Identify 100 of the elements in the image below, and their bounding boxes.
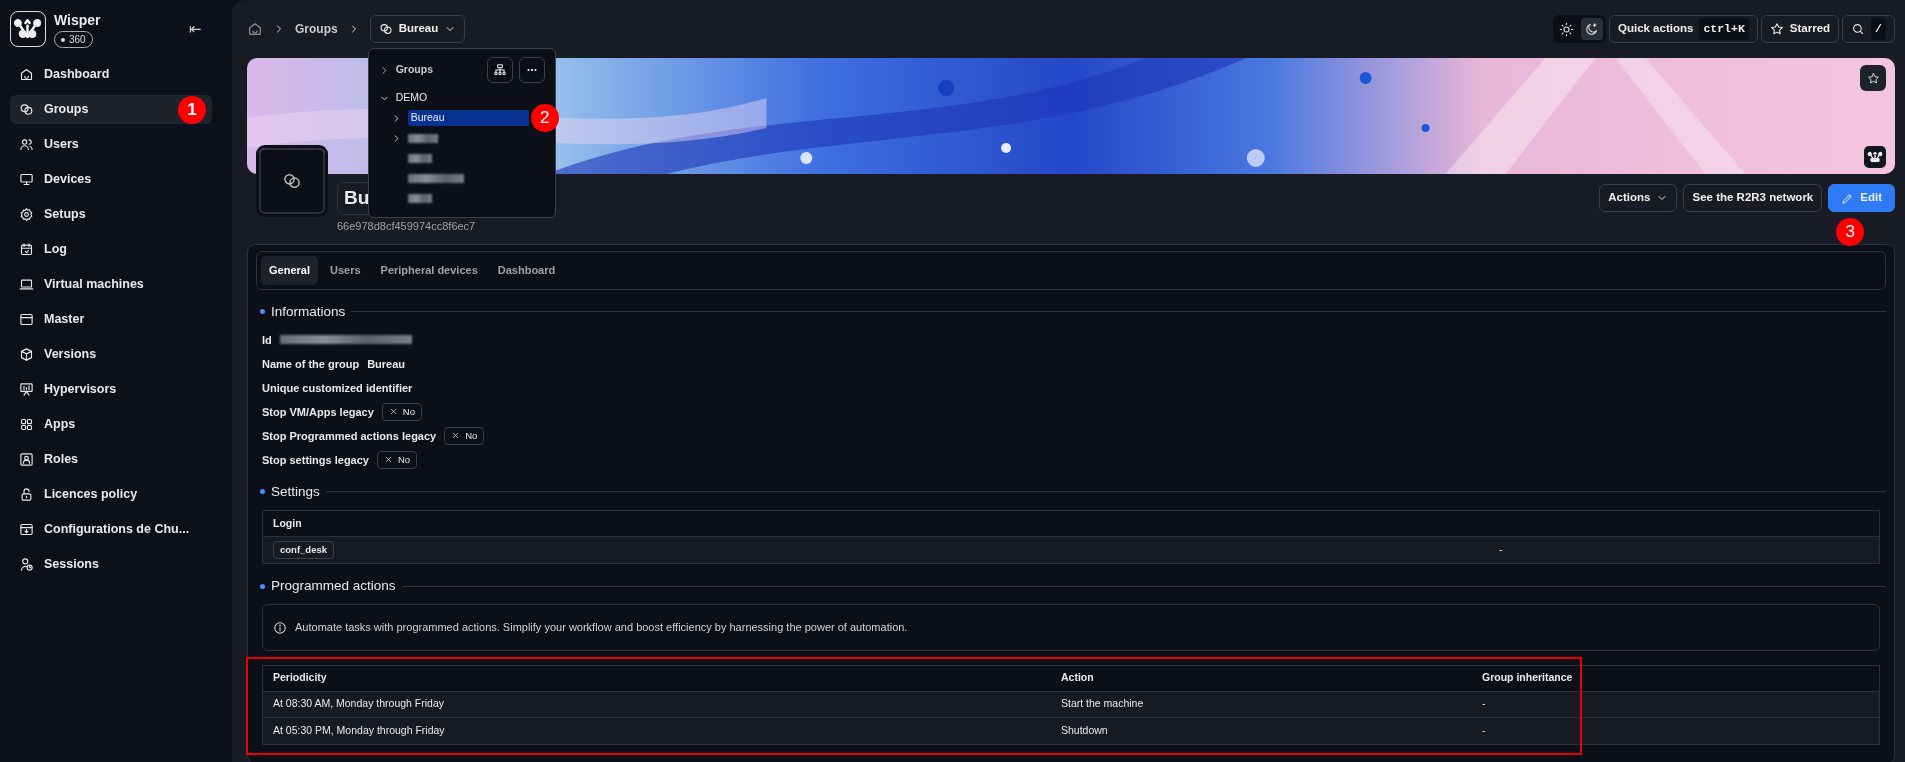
login-tag: conf_desk <box>273 540 334 560</box>
section-title: Programmed actions <box>271 577 396 595</box>
sidebar-item[interactable]: Log <box>10 235 212 264</box>
sidebar-item[interactable]: Master <box>10 305 212 334</box>
logo <box>1864 146 1886 168</box>
dark-theme-button[interactable] <box>1580 18 1603 40</box>
column-header: Periodicity <box>273 670 328 686</box>
status-chip: No <box>381 402 422 421</box>
breadcrumb-dropdown[interactable]: Bureau <box>369 15 466 43</box>
sidebar-item[interactable]: Apps <box>10 410 212 439</box>
tab[interactable]: Dashboard <box>489 256 564 285</box>
sidebar-item[interactable]: Versions <box>10 340 212 369</box>
annotation-badge: 3 <box>1836 218 1865 246</box>
sidebar-icon <box>19 452 34 467</box>
sidebar-item[interactable]: Hypervisors <box>10 375 212 404</box>
group-id: 66e978d8cf459974cc8f6ec7 <box>337 218 476 234</box>
field-label: Stop VM/Apps legacy <box>262 404 374 420</box>
sidebar-item[interactable]: Virtual machines <box>10 270 212 299</box>
table-cell-text: Shutdown <box>1061 722 1109 738</box>
hierarchy-button[interactable] <box>486 57 513 83</box>
tree-item[interactable]: Groups <box>378 61 433 79</box>
groups-icon <box>282 171 302 191</box>
column-header: Login <box>273 515 303 531</box>
collapse-button[interactable]: ⇤ <box>189 17 202 41</box>
field-label: Stop Programmed actions legacy <box>262 428 437 444</box>
moon-icon <box>1584 21 1600 37</box>
sidebar-item[interactable]: Sessions <box>10 550 212 579</box>
sidebar-item[interactable]: Roles <box>10 445 212 474</box>
column-header: Action <box>1061 670 1095 686</box>
star-icon <box>1769 22 1784 36</box>
more-button[interactable] <box>518 57 545 83</box>
search-button[interactable]: / <box>1842 15 1895 43</box>
column-header: Group inheritance <box>1482 670 1574 686</box>
sidebar-icon <box>19 102 34 117</box>
status-chip: No <box>444 426 485 445</box>
sidebar-icon <box>19 242 34 257</box>
annotation-badge: 2 <box>530 104 559 132</box>
sidebar-icon <box>19 417 34 432</box>
sidebar-icon <box>19 137 34 152</box>
brand-name: Wisper <box>54 11 101 30</box>
bullet-icon <box>260 583 265 589</box>
section-title: Settings <box>271 482 320 501</box>
sidebar-icon <box>19 172 34 187</box>
tree-item[interactable]: Bureau <box>407 110 529 126</box>
sidebar-icon <box>19 67 34 82</box>
starred-button[interactable]: Starred <box>1760 15 1840 43</box>
actions-dropdown[interactable]: Actions <box>1599 184 1678 212</box>
field-label: Stop settings legacy <box>262 452 369 468</box>
bullet-icon <box>260 489 265 495</box>
shortcut-key: ctrl+K <box>1699 18 1749 40</box>
info-text: Automate tasks with programmed actions. Simplify your workflow and boost efficiency by harnessing the power of automation. <box>295 620 908 636</box>
table-cell-text: - <box>1482 722 1487 738</box>
field-label: Id <box>262 332 272 348</box>
home-icon[interactable] <box>247 21 263 37</box>
sidebar-icon <box>19 382 34 397</box>
network-button[interactable]: See the R2R3 network <box>1683 184 1823 212</box>
sidebar-icon <box>19 522 34 537</box>
section-title: Informations <box>271 302 346 321</box>
sidebar-icon <box>19 347 34 362</box>
sidebar-item[interactable]: Configurations de Chu... <box>10 515 212 544</box>
sidebar-item[interactable]: Dashboard <box>10 60 212 89</box>
status-chip: No <box>377 450 418 469</box>
hierarchy-icon <box>492 63 507 77</box>
groups-icon <box>378 22 393 36</box>
tab[interactable]: General <box>261 256 318 285</box>
sidebar-item[interactable]: Setups <box>10 200 212 229</box>
sidebar-icon <box>19 487 34 502</box>
star-icon <box>1866 71 1880 85</box>
logo <box>10 11 46 47</box>
sidebar-item[interactable]: Users <box>10 130 212 159</box>
field-label: Name of the group <box>262 356 360 372</box>
close-icon <box>451 431 461 441</box>
tree-item[interactable]: DEMO <box>378 89 545 107</box>
field-value: Bureau <box>367 356 406 372</box>
shortcut-key: / <box>1871 18 1886 40</box>
search-icon <box>1851 22 1866 36</box>
table-cell-text: - <box>1499 542 1504 558</box>
tab[interactable]: Peripheral devices <box>372 256 486 285</box>
sidebar-icon <box>19 277 34 292</box>
pencil-icon <box>1841 191 1855 205</box>
sidebar-icon <box>19 557 34 572</box>
sidebar-item[interactable]: Devices <box>10 165 212 194</box>
info-icon <box>273 620 287 635</box>
close-icon <box>388 407 398 417</box>
sun-icon <box>1559 21 1575 37</box>
sidebar-item[interactable]: Groups 1 <box>10 95 212 124</box>
table-cell-text: Start the machine <box>1061 696 1145 712</box>
tab[interactable]: Users <box>321 256 369 285</box>
sidebar-icon <box>19 207 34 222</box>
field-label: Unique customized identifier <box>262 380 413 396</box>
sidebar-icon <box>19 312 34 327</box>
close-icon <box>384 455 393 465</box>
breadcrumb-link[interactable]: Groups <box>295 20 338 38</box>
star-button[interactable] <box>1860 65 1886 91</box>
table-cell-text: - <box>1482 696 1487 712</box>
table-cell-text: At 05:30 PM, Monday through Friday <box>273 722 446 738</box>
sidebar-item[interactable]: Licences policy <box>10 480 212 509</box>
quick-actions-button[interactable]: Quick actions ctrl+K <box>1608 15 1758 43</box>
bullet-icon <box>260 309 265 315</box>
annotation-badge: 1 <box>178 96 206 124</box>
